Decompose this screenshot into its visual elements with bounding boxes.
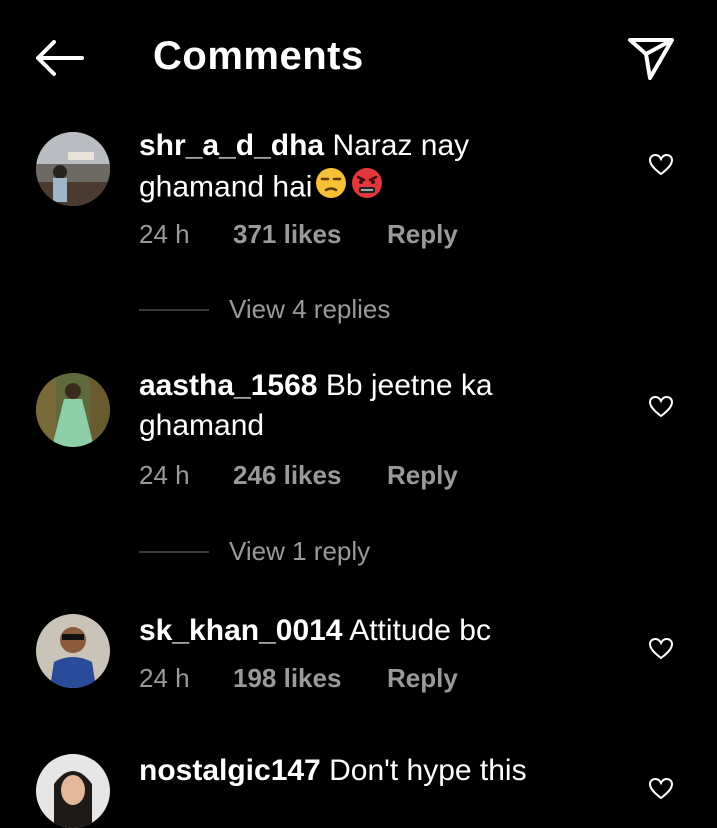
comment-time: 24 h <box>139 460 190 490</box>
divider <box>139 308 209 311</box>
view-replies-button[interactable]: View 4 replies <box>139 294 390 325</box>
page-title: Comments <box>153 34 364 78</box>
back-arrow-icon[interactable] <box>32 38 84 78</box>
divider <box>139 550 209 553</box>
comment-text: sk_khan_0014 Attitude bc <box>139 611 579 651</box>
comment-username[interactable]: shr_a_d_dha <box>139 129 324 162</box>
view-replies-label: View 1 reply <box>229 536 371 566</box>
reply-button[interactable]: Reply <box>387 663 458 694</box>
comment-meta: 24 h 198 likes Reply <box>139 663 458 694</box>
comment-time: 24 h <box>139 663 190 693</box>
comment-body: Bb jeetne ka <box>325 369 493 402</box>
comment-body-line2: ghamand hai <box>139 170 313 204</box>
view-replies-button[interactable]: View 1 reply <box>139 536 370 567</box>
angry-face-with-symbols-emoji <box>350 166 384 211</box>
comment-username[interactable]: aastha_1568 <box>139 369 317 402</box>
comment-time: 24 h <box>139 219 190 249</box>
reply-button[interactable]: Reply <box>387 219 458 250</box>
heart-icon[interactable] <box>648 637 674 661</box>
comment-text: shr_a_d_dha Naraz nay ghamand hai <box>139 126 579 211</box>
comment-body: Naraz nay <box>332 129 470 162</box>
comment-username[interactable]: nostalgic147 <box>139 754 321 787</box>
avatar[interactable] <box>36 614 110 688</box>
comment-meta: 24 h 246 likes Reply <box>139 460 458 491</box>
comment-meta: 24 h 371 likes Reply <box>139 219 458 250</box>
comment-username[interactable]: sk_khan_0014 <box>139 614 343 647</box>
heart-icon[interactable] <box>648 153 674 177</box>
comment-body: Attitude bc <box>349 614 491 647</box>
comment-body-line2: ghamand <box>139 409 265 442</box>
heart-icon[interactable] <box>648 395 674 419</box>
comment-text: nostalgic147 Don't hype this <box>139 751 579 791</box>
comment-body: Don't hype this <box>329 754 527 787</box>
top-bar: Comments <box>0 0 717 120</box>
unamused-face-emoji <box>314 166 348 211</box>
likes-count[interactable]: 246 likes <box>233 460 387 491</box>
likes-count[interactable]: 371 likes <box>233 219 387 250</box>
view-replies-label: View 4 replies <box>229 294 391 324</box>
avatar[interactable] <box>36 373 110 447</box>
share-send-icon[interactable] <box>626 36 676 82</box>
reply-button[interactable]: Reply <box>387 460 458 491</box>
heart-icon[interactable] <box>648 777 674 801</box>
comment-text: aastha_1568 Bb jeetne ka ghamand <box>139 366 579 446</box>
likes-count[interactable]: 198 likes <box>233 663 387 694</box>
avatar[interactable] <box>36 132 110 206</box>
avatar[interactable] <box>36 754 110 828</box>
